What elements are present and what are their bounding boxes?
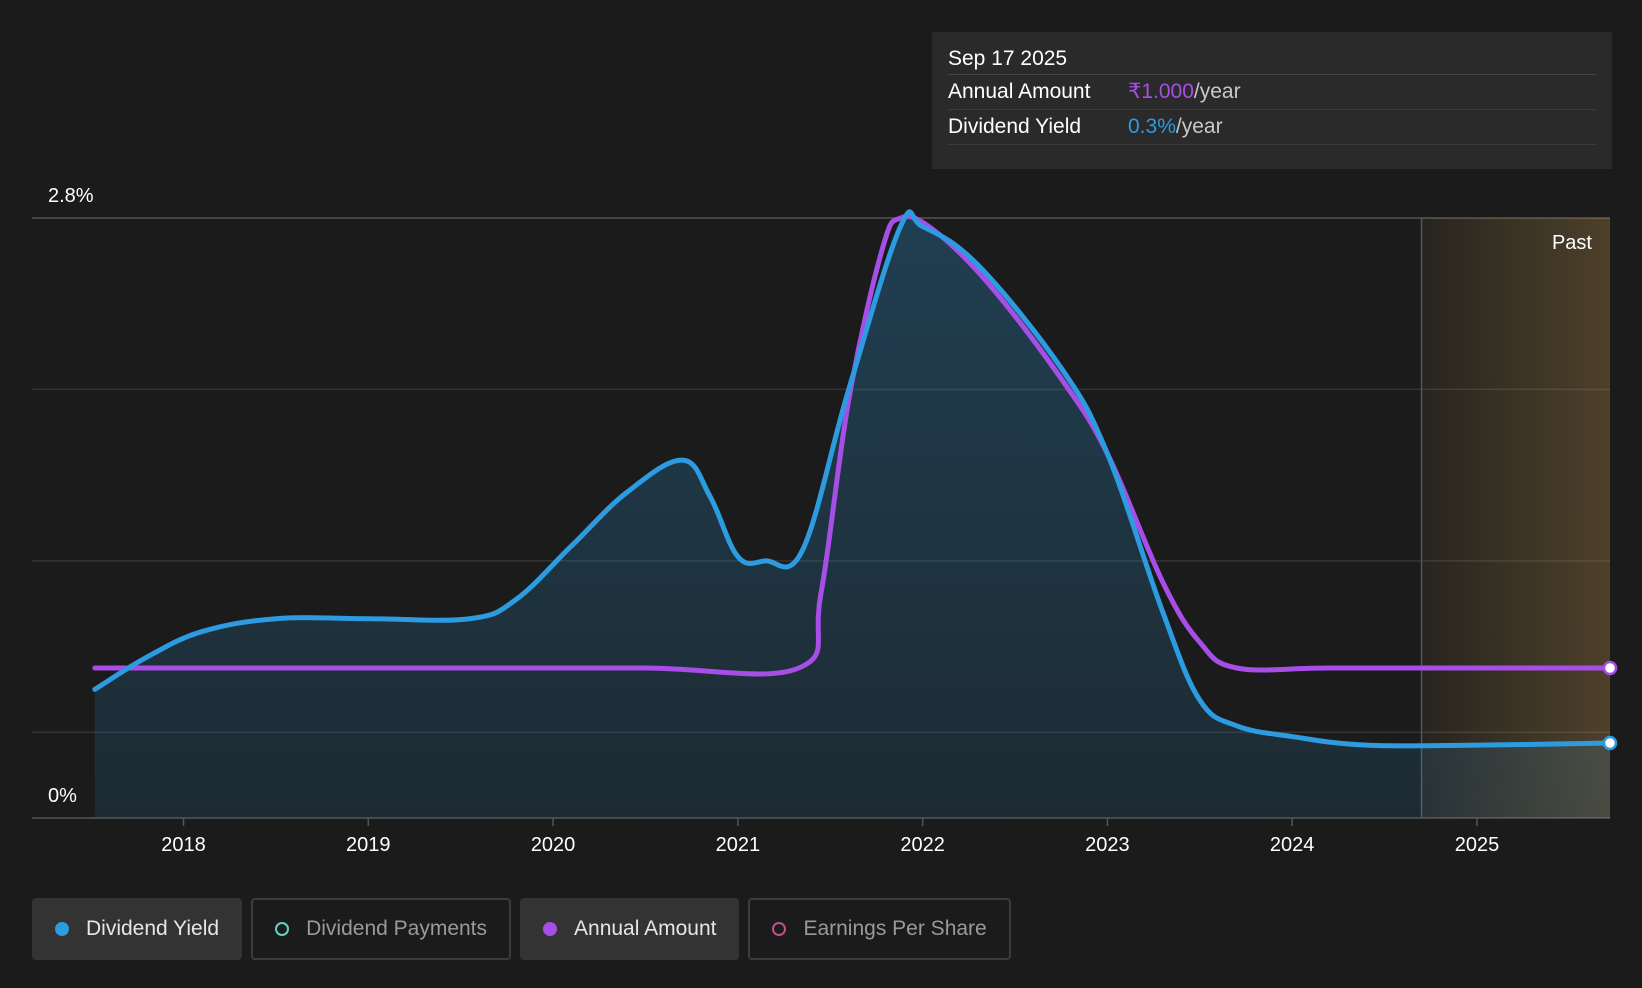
legend-label: Earnings Per Share: [803, 917, 987, 940]
legend-item-annual-amount[interactable]: Annual Amount: [520, 898, 740, 960]
x-tick-label: 2024: [1270, 834, 1315, 856]
chart-legend: Dividend Yield Dividend Payments Annual …: [32, 898, 1011, 960]
past-region: [1421, 218, 1610, 818]
series-layer: [92, 209, 1618, 819]
y-tick-label-top: 2.8%: [48, 185, 94, 207]
tooltip-label: Dividend Yield: [948, 115, 1082, 138]
legend-dot-icon: [543, 922, 558, 936]
tooltip-value: ₹1.000: [1128, 80, 1194, 103]
legend-item-dividend-yield[interactable]: Dividend Yield: [32, 898, 243, 960]
x-tick-label: 2022: [900, 834, 945, 856]
tooltip-unit: /year: [1175, 115, 1223, 138]
series-area-dividend-yield: [94, 211, 1611, 819]
x-tick-label: 2019: [346, 834, 391, 856]
x-tick-label: 2025: [1455, 834, 1500, 856]
x-tick-label: 2018: [161, 834, 206, 856]
legend-item-earnings-per-share[interactable]: Earnings Per Share: [748, 898, 1011, 960]
tooltip-row-annual-amount: Annual Amount ₹1.000/year: [948, 75, 1596, 110]
tooltip-value: 0.3%: [1128, 115, 1176, 138]
legend-label: Dividend Payments: [306, 917, 488, 940]
series-end-point-annual-amount: [1602, 660, 1618, 676]
series-end-point-dividend-yield: [1602, 735, 1618, 751]
legend-label: Dividend Yield: [86, 917, 220, 940]
legend-dot-icon: [55, 922, 69, 936]
x-axis-ticks: 2018 2019 2020 2021 2022 2023 2024 2025: [161, 818, 1499, 856]
tooltip-row-dividend-yield: Dividend Yield 0.3%/year: [948, 110, 1596, 145]
y-tick-label-bottom: 0%: [48, 785, 77, 807]
legend-label: Annual Amount: [574, 917, 717, 940]
tooltip-unit: /year: [1193, 80, 1241, 103]
legend-ring-icon: [275, 922, 290, 936]
tooltip-label: Annual Amount: [948, 80, 1091, 103]
x-tick-label: 2023: [1085, 834, 1130, 856]
x-tick-label: 2020: [531, 834, 576, 856]
legend-item-dividend-payments[interactable]: Dividend Payments: [251, 898, 512, 960]
legend-ring-icon: [772, 922, 787, 936]
chart-tooltip: Sep 17 2025 Annual Amount ₹1.000/year Di…: [932, 32, 1612, 169]
tooltip-date: Sep 17 2025: [948, 44, 1596, 75]
x-tick-label: 2021: [716, 834, 761, 856]
past-label: Past: [1552, 232, 1592, 254]
